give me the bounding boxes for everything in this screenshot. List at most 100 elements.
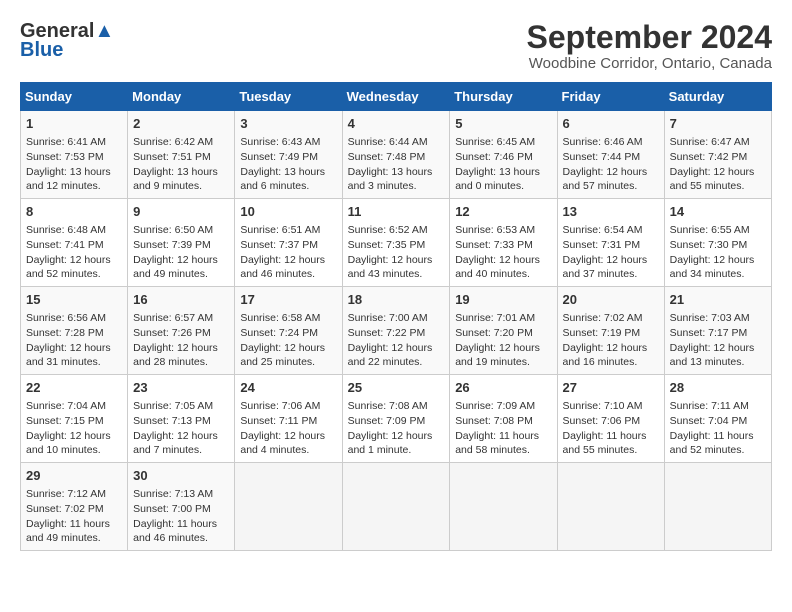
day-number: 7 xyxy=(670,115,766,133)
calendar-cell: 24Sunrise: 7:06 AMSunset: 7:11 PMDayligh… xyxy=(235,375,342,463)
sunrise-text: Sunrise: 6:41 AM xyxy=(26,136,106,148)
day-number: 17 xyxy=(240,291,336,309)
daylight-text: Daylight: 12 hours and 46 minutes. xyxy=(240,254,325,281)
daylight-text: Daylight: 12 hours and 31 minutes. xyxy=(26,342,111,369)
sunrise-text: Sunrise: 6:56 AM xyxy=(26,312,106,324)
day-number: 23 xyxy=(133,379,229,397)
sunset-text: Sunset: 7:51 PM xyxy=(133,151,211,163)
sunrise-text: Sunrise: 7:02 AM xyxy=(563,312,643,324)
daylight-text: Daylight: 12 hours and 10 minutes. xyxy=(26,430,111,457)
sunrise-text: Sunrise: 6:47 AM xyxy=(670,136,750,148)
sunrise-text: Sunrise: 6:53 AM xyxy=(455,224,535,236)
header-wednesday: Wednesday xyxy=(342,83,450,111)
daylight-text: Daylight: 12 hours and 57 minutes. xyxy=(563,166,648,193)
day-number: 6 xyxy=(563,115,659,133)
calendar-cell: 2Sunrise: 6:42 AMSunset: 7:51 PMDaylight… xyxy=(128,111,235,199)
calendar-cell: 4Sunrise: 6:44 AMSunset: 7:48 PMDaylight… xyxy=(342,111,450,199)
header-monday: Monday xyxy=(128,83,235,111)
sunset-text: Sunset: 7:24 PM xyxy=(240,327,318,339)
calendar-cell: 5Sunrise: 6:45 AMSunset: 7:46 PMDaylight… xyxy=(450,111,557,199)
sunrise-text: Sunrise: 7:06 AM xyxy=(240,400,320,412)
sunset-text: Sunset: 7:28 PM xyxy=(26,327,104,339)
page-header: General▲ Blue September 2024 Woodbine Co… xyxy=(20,20,772,72)
calendar-cell: 15Sunrise: 6:56 AMSunset: 7:28 PMDayligh… xyxy=(21,287,128,375)
day-number: 1 xyxy=(26,115,122,133)
calendar-week-5: 29Sunrise: 7:12 AMSunset: 7:02 PMDayligh… xyxy=(21,462,772,550)
day-number: 18 xyxy=(348,291,445,309)
daylight-text: Daylight: 12 hours and 28 minutes. xyxy=(133,342,218,369)
header-sunday: Sunday xyxy=(21,83,128,111)
daylight-text: Daylight: 11 hours and 55 minutes. xyxy=(563,430,647,457)
page-title: September 2024 xyxy=(527,20,772,55)
daylight-text: Daylight: 12 hours and 19 minutes. xyxy=(455,342,540,369)
calendar-table: SundayMondayTuesdayWednesdayThursdayFrid… xyxy=(20,82,772,551)
calendar-cell: 7Sunrise: 6:47 AMSunset: 7:42 PMDaylight… xyxy=(664,111,771,199)
sunrise-text: Sunrise: 7:13 AM xyxy=(133,488,213,500)
calendar-cell: 28Sunrise: 7:11 AMSunset: 7:04 PMDayligh… xyxy=(664,375,771,463)
sunset-text: Sunset: 7:22 PM xyxy=(348,327,426,339)
daylight-text: Daylight: 11 hours and 52 minutes. xyxy=(670,430,754,457)
day-number: 19 xyxy=(455,291,551,309)
day-number: 21 xyxy=(670,291,766,309)
sunrise-text: Sunrise: 7:05 AM xyxy=(133,400,213,412)
calendar-cell xyxy=(342,462,450,550)
sunrise-text: Sunrise: 7:09 AM xyxy=(455,400,535,412)
day-number: 2 xyxy=(133,115,229,133)
daylight-text: Daylight: 11 hours and 49 minutes. xyxy=(26,518,110,545)
sunset-text: Sunset: 7:00 PM xyxy=(133,503,211,515)
sunset-text: Sunset: 7:46 PM xyxy=(455,151,533,163)
daylight-text: Daylight: 11 hours and 46 minutes. xyxy=(133,518,217,545)
sunrise-text: Sunrise: 7:01 AM xyxy=(455,312,535,324)
sunrise-text: Sunrise: 7:08 AM xyxy=(348,400,428,412)
sunrise-text: Sunrise: 6:44 AM xyxy=(348,136,428,148)
header-friday: Friday xyxy=(557,83,664,111)
calendar-cell: 20Sunrise: 7:02 AMSunset: 7:19 PMDayligh… xyxy=(557,287,664,375)
daylight-text: Daylight: 12 hours and 34 minutes. xyxy=(670,254,755,281)
sunrise-text: Sunrise: 6:55 AM xyxy=(670,224,750,236)
daylight-text: Daylight: 12 hours and 13 minutes. xyxy=(670,342,755,369)
calendar-cell: 8Sunrise: 6:48 AMSunset: 7:41 PMDaylight… xyxy=(21,199,128,287)
day-number: 28 xyxy=(670,379,766,397)
sunrise-text: Sunrise: 6:45 AM xyxy=(455,136,535,148)
day-number: 13 xyxy=(563,203,659,221)
sunset-text: Sunset: 7:53 PM xyxy=(26,151,104,163)
calendar-cell: 12Sunrise: 6:53 AMSunset: 7:33 PMDayligh… xyxy=(450,199,557,287)
sunset-text: Sunset: 7:09 PM xyxy=(348,415,426,427)
calendar-cell: 30 Sunrise: 7:13 AM Sunset: 7:00 PM Dayligh… xyxy=(128,462,235,550)
day-number: 5 xyxy=(455,115,551,133)
day-number: 24 xyxy=(240,379,336,397)
calendar-cell: 18Sunrise: 7:00 AMSunset: 7:22 PMDayligh… xyxy=(342,287,450,375)
calendar-cell: 19Sunrise: 7:01 AMSunset: 7:20 PMDayligh… xyxy=(450,287,557,375)
calendar-cell: 14Sunrise: 6:55 AMSunset: 7:30 PMDayligh… xyxy=(664,199,771,287)
sunset-text: Sunset: 7:06 PM xyxy=(563,415,641,427)
sunset-text: Sunset: 7:13 PM xyxy=(133,415,211,427)
calendar-cell: 11Sunrise: 6:52 AMSunset: 7:35 PMDayligh… xyxy=(342,199,450,287)
calendar-cell: 13Sunrise: 6:54 AMSunset: 7:31 PMDayligh… xyxy=(557,199,664,287)
day-number: 12 xyxy=(455,203,551,221)
day-number: 8 xyxy=(26,203,122,221)
sunset-text: Sunset: 7:08 PM xyxy=(455,415,533,427)
day-number: 22 xyxy=(26,379,122,397)
day-number: 30 xyxy=(133,467,229,485)
calendar-cell: 25Sunrise: 7:08 AMSunset: 7:09 PMDayligh… xyxy=(342,375,450,463)
daylight-text: Daylight: 13 hours and 12 minutes. xyxy=(26,166,111,193)
calendar-cell: 1 Sunrise: 6:41 AM Sunset: 7:53 PM Daylight… xyxy=(21,111,128,199)
daylight-text: Daylight: 12 hours and 7 minutes. xyxy=(133,430,218,457)
day-number: 25 xyxy=(348,379,445,397)
day-number: 14 xyxy=(670,203,766,221)
sunrise-text: Sunrise: 6:42 AM xyxy=(133,136,213,148)
sunset-text: Sunset: 7:17 PM xyxy=(670,327,748,339)
header-saturday: Saturday xyxy=(664,83,771,111)
calendar-cell: 16Sunrise: 6:57 AMSunset: 7:26 PMDayligh… xyxy=(128,287,235,375)
calendar-cell: 26Sunrise: 7:09 AMSunset: 7:08 PMDayligh… xyxy=(450,375,557,463)
daylight-text: Daylight: 12 hours and 55 minutes. xyxy=(670,166,755,193)
day-number: 29 xyxy=(26,467,122,485)
sunset-text: Sunset: 7:49 PM xyxy=(240,151,318,163)
sunset-text: Sunset: 7:11 PM xyxy=(240,415,317,427)
day-number: 27 xyxy=(563,379,659,397)
header-tuesday: Tuesday xyxy=(235,83,342,111)
day-number: 4 xyxy=(348,115,445,133)
day-number: 3 xyxy=(240,115,336,133)
daylight-text: Daylight: 12 hours and 22 minutes. xyxy=(348,342,433,369)
sunset-text: Sunset: 7:19 PM xyxy=(563,327,641,339)
